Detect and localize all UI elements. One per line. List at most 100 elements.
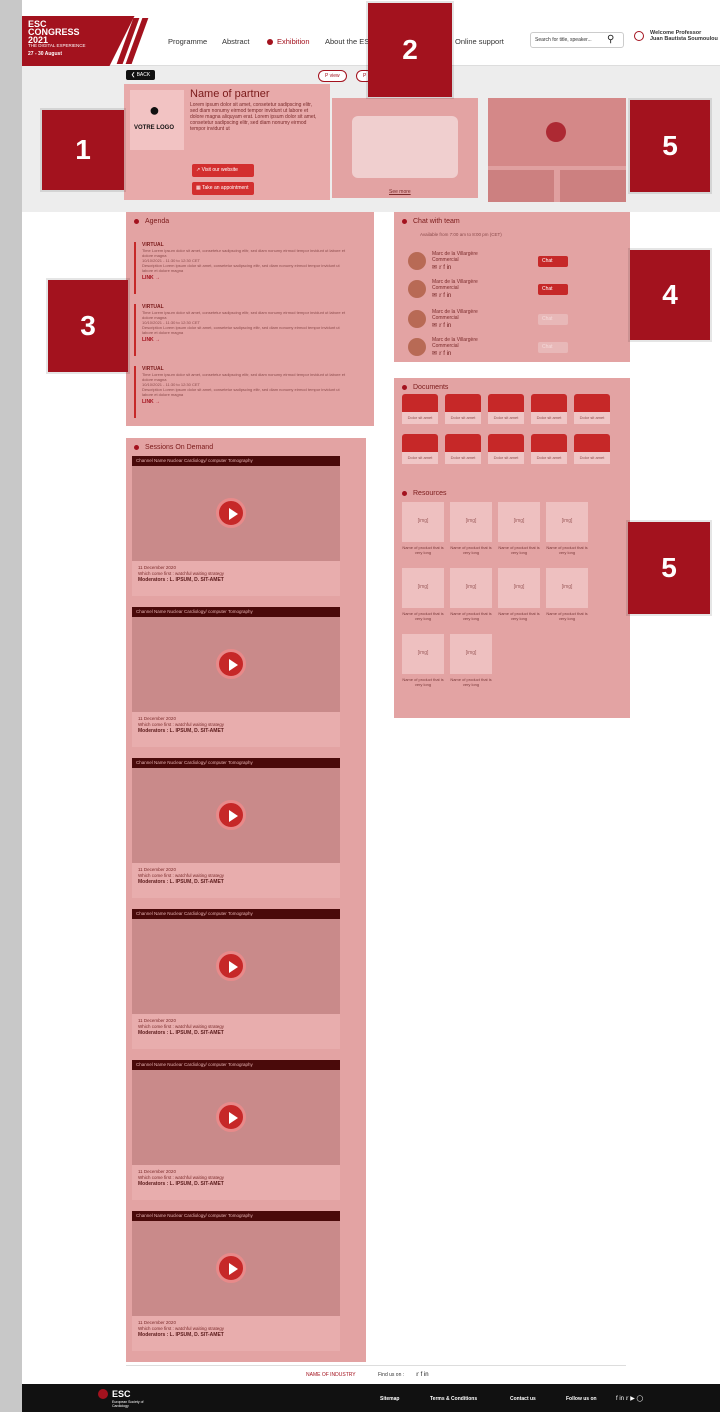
footer-terms[interactable]: Terms & Conditions xyxy=(430,1396,477,1402)
resource-item[interactable]: [img] Name of product that is very long xyxy=(402,568,444,626)
nav-abstract[interactable]: Abstract xyxy=(222,37,250,46)
resource-item[interactable]: [img] Name of product that is very long xyxy=(450,502,492,560)
social-icons[interactable]: ✉ 𝕣 f in xyxy=(432,322,451,329)
search-icon[interactable]: ⚲ xyxy=(607,34,614,45)
documents-resources-panel: Documents Dolor sit amet Dolor sit amet Do… xyxy=(394,378,630,718)
chat-contact: Marc de la Villargère Commercial ✉ 𝕣 f in C… xyxy=(408,308,608,332)
social-icons[interactable]: f in 𝕣 ▶ ◯ xyxy=(616,1395,643,1402)
resource-item[interactable]: [img] Name of product that is very long xyxy=(498,502,540,560)
nav-programme[interactable]: Programme xyxy=(168,37,207,46)
document-item[interactable]: Dolor sit amet xyxy=(445,434,481,464)
play-icon[interactable] xyxy=(216,649,246,679)
pdf-icon xyxy=(488,434,524,452)
nav-online-support[interactable]: Online support xyxy=(455,37,504,46)
social-icons[interactable]: 𝕣 f in xyxy=(416,1371,429,1378)
session-video[interactable] xyxy=(132,919,340,1014)
play-icon[interactable] xyxy=(216,800,246,830)
chat-contact: Marc de la Villargère Commercial ✉ 𝕣 f in C… xyxy=(408,250,608,274)
document-item[interactable]: Dolor sit amet xyxy=(574,394,610,424)
social-icons[interactable]: ✉ 𝕣 f in xyxy=(432,350,451,357)
chat-button-disabled: Chat xyxy=(538,342,568,353)
document-item[interactable]: Dolor sit amet xyxy=(488,394,524,424)
chat-button[interactable]: Chat xyxy=(538,256,568,267)
session-video[interactable] xyxy=(132,768,340,863)
footer-contact[interactable]: Contact us xyxy=(510,1396,536,1402)
pdf-icon xyxy=(531,394,567,412)
resource-item[interactable]: [img] Name of product that is very long xyxy=(546,502,588,560)
avatar xyxy=(408,338,426,356)
resource-item[interactable]: [img] Name of product that is very long xyxy=(450,634,492,692)
footer-follow: Follow us on xyxy=(566,1396,597,1402)
chat-button[interactable]: Chat xyxy=(538,284,568,295)
play-icon[interactable] xyxy=(546,122,566,142)
see-more-link[interactable]: See more xyxy=(389,189,411,195)
session-card[interactable]: Channel Name Nuclear Cardiology/ compute… xyxy=(132,1060,340,1200)
session-card[interactable]: Channel Name Nuclear Cardiology/ compute… xyxy=(132,456,340,596)
session-video[interactable] xyxy=(132,466,340,561)
resource-item[interactable]: [img] Name of product that is very long xyxy=(546,568,588,626)
play-icon[interactable] xyxy=(216,498,246,528)
footer: ESC European Society of Cardiology Sitem… xyxy=(22,1384,720,1412)
play-icon[interactable] xyxy=(216,1102,246,1132)
main-video[interactable] xyxy=(488,98,626,166)
agenda-link[interactable]: LINK → xyxy=(142,337,346,343)
video-thumb[interactable] xyxy=(560,170,626,202)
pdf-icon xyxy=(402,434,438,452)
footer-sitemap[interactable]: Sitemap xyxy=(380,1396,399,1402)
pdf-icon xyxy=(488,394,524,412)
avatar xyxy=(408,252,426,270)
document-item[interactable]: Dolor sit amet xyxy=(574,434,610,464)
resource-item[interactable]: [img] Name of product that is very long xyxy=(402,634,444,692)
agenda-item: VIRTUAL Time Lorem ipsum dolor sit amet, … xyxy=(134,242,346,294)
resource-item[interactable]: [img] Name of product that is very long xyxy=(402,502,444,560)
pdf-icon xyxy=(402,394,438,412)
media-gallery[interactable] xyxy=(488,98,626,202)
document-item[interactable]: Dolor sit amet xyxy=(531,394,567,424)
document-item[interactable]: Dolor sit amet xyxy=(531,434,567,464)
social-icons[interactable]: ✉ 𝕣 f in xyxy=(432,292,451,299)
session-card[interactable]: Channel Name Nuclear Cardiology/ compute… xyxy=(132,1211,340,1351)
chat-button-disabled: Chat xyxy=(538,314,568,325)
callout-3: 3 xyxy=(48,280,128,372)
esc-logo-icon[interactable] xyxy=(98,1389,108,1399)
callout-4: 4 xyxy=(630,250,710,340)
agenda-link[interactable]: LINK → xyxy=(142,399,346,405)
social-icons[interactable]: ✉ 𝕣 f in xyxy=(432,264,451,271)
pdf-icon xyxy=(445,394,481,412)
agenda-item: VIRTUAL Time Lorem ipsum dolor sit amet, … xyxy=(134,366,346,418)
logo-mark-icon: ● xyxy=(149,100,160,120)
appointment-button[interactable]: ▦ Take an appointment xyxy=(192,182,254,195)
document-item[interactable]: Dolor sit amet xyxy=(402,434,438,464)
session-card[interactable]: Channel Name Nuclear Cardiology/ compute… xyxy=(132,909,340,1049)
pdf-icon xyxy=(574,434,610,452)
callout-5: 5 xyxy=(630,100,710,192)
resource-item[interactable]: [img] Name of product that is very long xyxy=(450,568,492,626)
visit-website-button[interactable]: ↗ Visit our website xyxy=(192,164,254,177)
session-card[interactable]: Channel Name Nuclear Cardiology/ compute… xyxy=(132,758,340,898)
partner-card: ● VOTRE LOGO Name of partner Lorem ipsum… xyxy=(124,84,330,200)
sessions-panel: Sessions On Demand Channel Name Nuclear … xyxy=(126,438,366,1362)
partner-title: Name of partner xyxy=(190,88,270,100)
nav-exhibition[interactable]: Exhibition xyxy=(267,37,310,46)
session-video[interactable] xyxy=(132,1221,340,1316)
document-item[interactable]: Dolor sit amet xyxy=(445,394,481,424)
play-icon[interactable] xyxy=(216,1253,246,1283)
user-icon[interactable] xyxy=(634,31,644,41)
play-icon[interactable] xyxy=(216,951,246,981)
partner-description: Lorem ipsum dolor sit amet, consetetur s… xyxy=(190,102,317,132)
resource-item[interactable]: [img] Name of product that is very long xyxy=(498,568,540,626)
agenda-link[interactable]: LINK → xyxy=(142,275,346,281)
video-thumb[interactable] xyxy=(488,170,554,202)
nav-about[interactable]: About the ES xyxy=(325,37,369,46)
session-video[interactable] xyxy=(132,617,340,712)
pdf-icon xyxy=(574,394,610,412)
session-video[interactable] xyxy=(132,1070,340,1165)
booth-preview[interactable]: See more xyxy=(332,98,478,198)
document-item[interactable]: Dolor sit amet xyxy=(402,394,438,424)
session-card[interactable]: Channel Name Nuclear Cardiology/ compute… xyxy=(132,607,340,747)
back-button[interactable]: ❮ BACK xyxy=(126,70,156,80)
document-item[interactable]: Dolor sit amet xyxy=(488,434,524,464)
avatar xyxy=(408,280,426,298)
chat-panel: Chat with team Available from 7:00 am to… xyxy=(394,212,630,362)
view-pill[interactable]: P view xyxy=(318,70,347,82)
